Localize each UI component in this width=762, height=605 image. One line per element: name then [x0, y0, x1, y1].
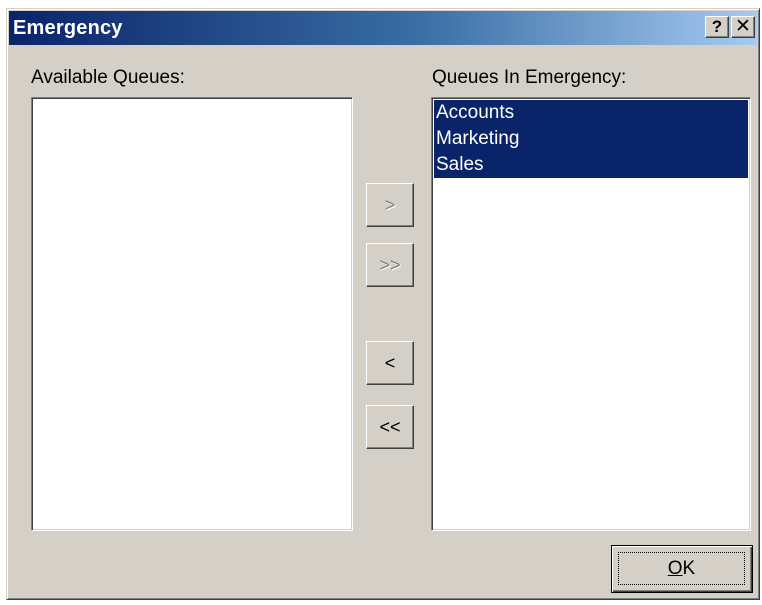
emergency-queues-label: Queues In Emergency: — [432, 67, 627, 88]
ok-button[interactable]: OK — [611, 545, 753, 593]
window-title: Emergency — [13, 17, 123, 39]
add-all-queues-button[interactable]: >> — [366, 243, 414, 287]
emergency-dialog: Emergency ? ✕ Available Queues: Queues I… — [6, 8, 760, 600]
emergency-queues-list[interactable]: Accounts Marketing Sales — [431, 97, 751, 531]
list-item-accounts[interactable]: Accounts — [434, 100, 748, 126]
title-bar[interactable]: Emergency ? ✕ — [9, 11, 757, 45]
remove-queue-button[interactable]: < — [366, 341, 414, 385]
available-queues-list[interactable] — [31, 97, 353, 531]
help-button[interactable]: ? — [705, 16, 729, 38]
add-queue-button[interactable]: > — [366, 183, 414, 227]
remove-all-queues-button[interactable]: << — [366, 405, 414, 449]
ok-mnemonic: O — [667, 558, 683, 579]
available-queues-label: Available Queues: — [31, 67, 185, 88]
ok-label-rest: K — [682, 558, 696, 579]
ok-button-label: OK — [618, 552, 745, 585]
close-icon: ✕ — [735, 16, 751, 37]
close-button[interactable]: ✕ — [731, 16, 755, 38]
list-item-marketing[interactable]: Marketing — [434, 126, 748, 152]
list-item-sales[interactable]: Sales — [434, 152, 748, 178]
question-mark-icon: ? — [711, 17, 723, 36]
